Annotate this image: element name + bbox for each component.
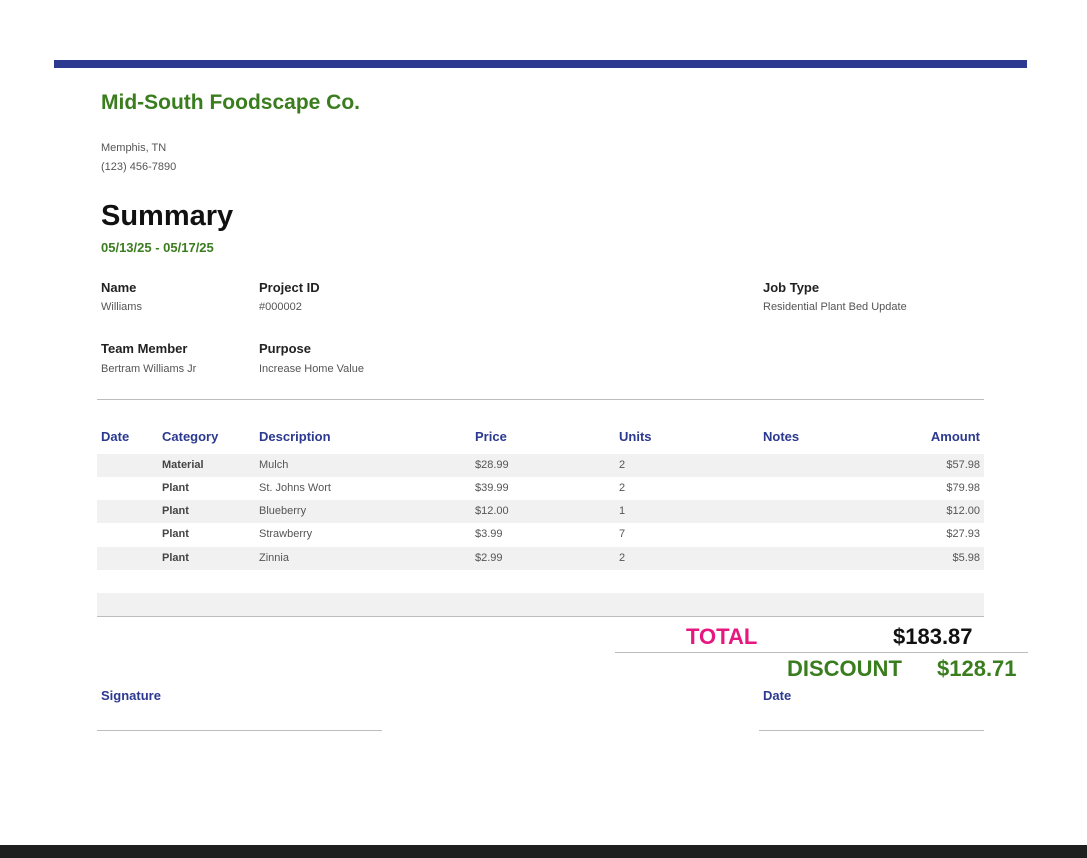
purpose-label: Purpose <box>259 341 312 356</box>
cell-description: Strawberry <box>259 528 313 540</box>
company-name: Mid-South Foodscape Co. <box>101 91 360 114</box>
col-header-price: Price <box>475 429 507 444</box>
table-row: Material Mulch $28.99 2 $57.98 <box>97 454 984 477</box>
table-row: Plant St. Johns Wort $39.99 2 $79.98 <box>97 477 984 500</box>
cell-price: $39.99 <box>475 482 509 494</box>
table-bottom-rule <box>97 616 984 617</box>
cell-category: Material <box>162 459 204 471</box>
cell-amount: $79.98 <box>946 482 980 494</box>
table-empty-row <box>97 593 984 616</box>
col-header-category: Category <box>162 429 219 444</box>
col-header-notes: Notes <box>763 429 800 444</box>
name-label: Name <box>101 280 137 295</box>
cell-description: Zinnia <box>259 552 289 564</box>
table-row: Plant Blueberry $12.00 1 $12.00 <box>97 500 984 523</box>
total-rule <box>615 652 1028 653</box>
cell-category: Plant <box>162 528 189 540</box>
company-city: Memphis, TN <box>101 142 167 154</box>
col-header-amount: Amount <box>930 429 980 444</box>
signoff-date-line[interactable] <box>759 730 984 731</box>
project-id-label: Project ID <box>259 280 320 295</box>
job-type-value: Residential Plant Bed Update <box>763 301 907 313</box>
total-label: TOTAL <box>686 624 758 649</box>
team-member-value: Bertram Williams Jr <box>101 363 197 375</box>
project-id-value: #000002 <box>259 301 302 313</box>
cell-amount: $57.98 <box>946 459 980 471</box>
table-row: Plant Zinnia $2.99 2 $5.98 <box>97 547 984 570</box>
job-type-label: Job Type <box>763 280 820 295</box>
details-divider <box>97 399 984 400</box>
date-range: 05/13/25 - 05/17/25 <box>101 240 214 255</box>
header-accent-bar <box>54 60 1027 68</box>
table-row: Plant Strawberry $3.99 7 $27.93 <box>97 523 984 546</box>
signature-label: Signature <box>101 688 161 703</box>
team-member-label: Team Member <box>101 341 188 356</box>
cell-units: 2 <box>619 459 626 471</box>
col-header-units: Units <box>619 429 652 444</box>
total-value: $183.87 <box>893 624 973 649</box>
cell-units: 2 <box>619 482 626 494</box>
discount-label: DISCOUNT <box>787 656 902 681</box>
cell-category: Plant <box>162 482 189 494</box>
company-phone: (123) 456-7890 <box>101 161 177 173</box>
discount-value: $128.71 <box>937 656 1017 681</box>
cell-amount: $12.00 <box>946 505 980 517</box>
cell-price: $28.99 <box>475 459 509 471</box>
cell-units: 7 <box>619 528 626 540</box>
col-header-description: Description <box>259 429 331 444</box>
cell-price: $3.99 <box>475 528 503 540</box>
cell-price: $12.00 <box>475 505 509 517</box>
signature-line[interactable] <box>97 730 382 731</box>
signoff-date-label: Date <box>763 688 792 703</box>
cell-description: Blueberry <box>259 505 307 517</box>
name-value: Williams <box>101 301 142 313</box>
cell-amount: $5.98 <box>952 552 980 564</box>
page-title: Summary <box>101 200 234 232</box>
cell-price: $2.99 <box>475 552 503 564</box>
cell-amount: $27.93 <box>946 528 980 540</box>
cell-units: 1 <box>619 505 626 517</box>
cell-category: Plant <box>162 552 189 564</box>
cell-units: 2 <box>619 552 626 564</box>
cell-category: Plant <box>162 505 189 517</box>
purpose-value: Increase Home Value <box>259 363 364 375</box>
cell-description: Mulch <box>259 459 289 471</box>
cell-description: St. Johns Wort <box>259 482 331 494</box>
col-header-date: Date <box>101 429 130 444</box>
bottom-bar <box>0 845 1087 858</box>
